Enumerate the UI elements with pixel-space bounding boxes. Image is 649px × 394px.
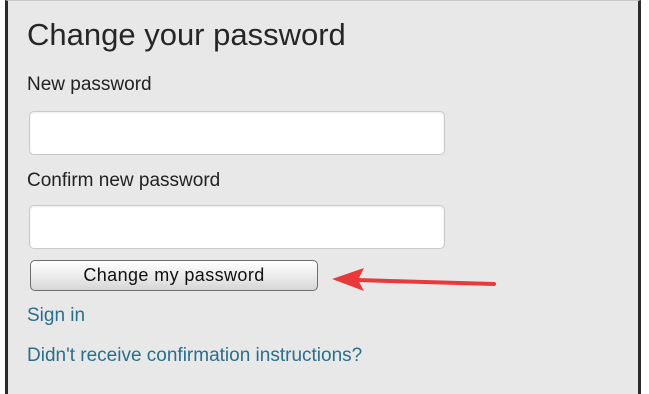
left-arrow-icon <box>332 268 496 291</box>
change-password-panel: Change your password New password Confir… <box>5 0 641 394</box>
confirm-password-label: Confirm new password <box>27 170 221 191</box>
confirmation-instructions-link[interactable]: Didn't receive confirmation instructions… <box>27 344 362 368</box>
sign-in-link[interactable]: Sign in <box>27 304 85 328</box>
new-password-label: New password <box>27 74 152 95</box>
change-password-button[interactable]: Change my password <box>30 260 318 291</box>
new-password-input[interactable] <box>29 111 445 155</box>
page-title: Change your password <box>27 17 346 52</box>
confirm-password-input[interactable] <box>29 205 445 249</box>
